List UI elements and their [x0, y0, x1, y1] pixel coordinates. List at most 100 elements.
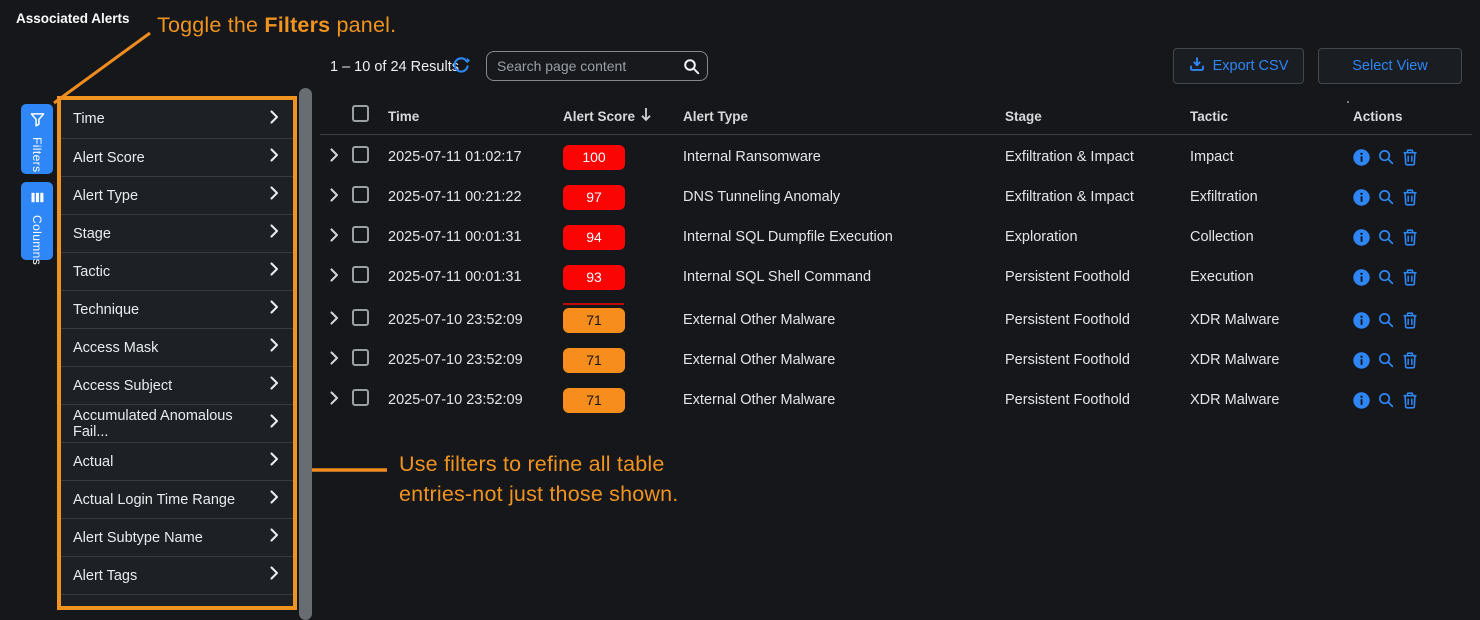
column-header-alert-score[interactable]: Alert Score — [563, 107, 683, 125]
delete-trash-button[interactable] — [1402, 189, 1418, 206]
investigate-search-button[interactable] — [1378, 229, 1394, 245]
refresh-button[interactable] — [452, 57, 470, 75]
cell-time: 2025-07-10 23:52:09 — [388, 312, 563, 328]
info-button[interactable] — [1353, 312, 1370, 329]
cell-stage: Persistent Foothold — [1005, 312, 1190, 328]
filter-item[interactable]: Stage — [61, 214, 293, 252]
delete-trash-button[interactable] — [1402, 149, 1418, 166]
delete-trash-button[interactable] — [1402, 269, 1418, 286]
table-body: 2025-07-11 01:02:17 100 Internal Ransomw… — [320, 137, 1472, 420]
filter-item[interactable]: Tactic — [61, 252, 293, 290]
chevron-right-icon — [270, 300, 279, 319]
delete-trash-button[interactable] — [1402, 229, 1418, 246]
filter-item[interactable]: Actual Login Time Range — [61, 480, 293, 518]
table-row: 2025-07-11 00:01:31 94 Internal SQL Dump… — [320, 217, 1472, 257]
row-expand-button[interactable] — [330, 391, 352, 410]
alert-score-badge: 71 — [563, 388, 625, 413]
filter-item[interactable]: Alert Subtype Name — [61, 518, 293, 556]
filter-item-label: Alert Type — [73, 188, 138, 204]
investigate-search-button[interactable] — [1378, 149, 1394, 165]
cell-actions — [1353, 269, 1472, 286]
delete-trash-button[interactable] — [1402, 352, 1418, 369]
chevron-right-icon — [270, 186, 279, 205]
filter-item[interactable]: Alert Tags — [61, 556, 293, 594]
cell-actions — [1353, 312, 1472, 329]
investigate-search-button[interactable] — [1378, 189, 1394, 205]
row-checkbox[interactable] — [352, 146, 369, 163]
filter-item[interactable]: Access Subject — [61, 366, 293, 404]
select-view-button[interactable]: Select View — [1318, 48, 1462, 84]
filter-item[interactable]: Alert Type — [61, 176, 293, 214]
filters-tab-button[interactable]: Filters — [21, 104, 53, 174]
column-resize-handle[interactable] — [1347, 101, 1349, 103]
search-icon[interactable] — [683, 58, 700, 80]
filter-item-label: Access Subject — [73, 378, 172, 394]
row-expand-button[interactable] — [330, 311, 352, 330]
filter-item-label: Actual — [73, 454, 113, 470]
alert-score-badge: 71 — [563, 308, 625, 333]
row-checkbox[interactable] — [352, 389, 369, 406]
chevron-right-icon — [270, 110, 279, 129]
row-expand-button[interactable] — [330, 148, 352, 167]
alert-score-badge: 97 — [563, 185, 625, 210]
column-header-tactic[interactable]: Tactic — [1190, 109, 1353, 124]
column-header-actions: Actions — [1353, 109, 1472, 124]
chevron-right-icon — [270, 148, 279, 167]
filter-item[interactable]: Access Mask — [61, 328, 293, 366]
row-expand-button[interactable] — [330, 188, 352, 207]
row-checkbox[interactable] — [352, 309, 369, 326]
row-expand-button[interactable] — [330, 351, 352, 370]
vertical-scrollbar[interactable] — [299, 88, 312, 620]
filter-item[interactable]: Accumulated Anomalous Fail... — [61, 404, 293, 442]
cell-alert-type: DNS Tunneling Anomaly — [683, 189, 1005, 205]
cell-tactic: Exfiltration — [1190, 189, 1353, 205]
row-checkbox[interactable] — [352, 266, 369, 283]
columns-icon — [30, 190, 45, 210]
chevron-right-icon — [270, 338, 279, 357]
row-checkbox[interactable] — [352, 226, 369, 243]
column-header-alert-type[interactable]: Alert Type — [683, 109, 1005, 124]
column-header-time[interactable]: Time — [388, 109, 563, 124]
row-checkbox[interactable] — [352, 186, 369, 203]
cell-stage: Exploration — [1005, 229, 1190, 245]
select-view-label: Select View — [1352, 58, 1428, 74]
investigate-search-button[interactable] — [1378, 312, 1394, 328]
delete-trash-button[interactable] — [1402, 392, 1418, 409]
cell-tactic: XDR Malware — [1190, 312, 1353, 328]
filter-item[interactable]: Actual — [61, 442, 293, 480]
cell-tactic: Impact — [1190, 149, 1353, 165]
alert-score-badge: 94 — [563, 225, 625, 250]
chevron-right-icon — [330, 148, 339, 167]
info-button[interactable] — [1353, 392, 1370, 409]
columns-tab-button[interactable]: Columns — [21, 182, 53, 260]
filter-item-label: Technique — [73, 302, 139, 318]
search-input[interactable] — [487, 52, 707, 80]
column-header-stage[interactable]: Stage — [1005, 109, 1190, 124]
table-row: 2025-07-10 23:52:09 71 External Other Ma… — [320, 340, 1472, 380]
info-button[interactable] — [1353, 269, 1370, 286]
delete-trash-button[interactable] — [1402, 312, 1418, 329]
page-title: Associated Alerts — [16, 11, 130, 26]
cell-actions — [1353, 149, 1472, 166]
info-button[interactable] — [1353, 352, 1370, 369]
table-row: 2025-07-11 00:21:22 97 DNS Tunneling Ano… — [320, 177, 1472, 217]
select-all-checkbox[interactable] — [352, 105, 369, 122]
investigate-search-button[interactable] — [1378, 352, 1394, 368]
filter-item[interactable]: Time — [61, 100, 293, 138]
export-csv-label: Export CSV — [1213, 58, 1289, 74]
info-button[interactable] — [1353, 149, 1370, 166]
filter-item[interactable]: Alert Score — [61, 138, 293, 176]
row-expand-button[interactable] — [330, 228, 352, 247]
filter-item[interactable]: Technique — [61, 290, 293, 328]
filter-item-label: Stage — [73, 226, 111, 242]
investigate-search-button[interactable] — [1378, 392, 1394, 408]
row-expand-button[interactable] — [330, 268, 352, 287]
alert-score-badge: 93 — [563, 265, 625, 290]
info-button[interactable] — [1353, 229, 1370, 246]
row-checkbox[interactable] — [352, 349, 369, 366]
export-csv-button[interactable]: Export CSV — [1173, 48, 1304, 84]
info-button[interactable] — [1353, 189, 1370, 206]
investigate-search-button[interactable] — [1378, 269, 1394, 285]
filter-item-label: Alert Score — [73, 150, 145, 166]
cell-time: 2025-07-11 00:01:31 — [388, 269, 563, 285]
